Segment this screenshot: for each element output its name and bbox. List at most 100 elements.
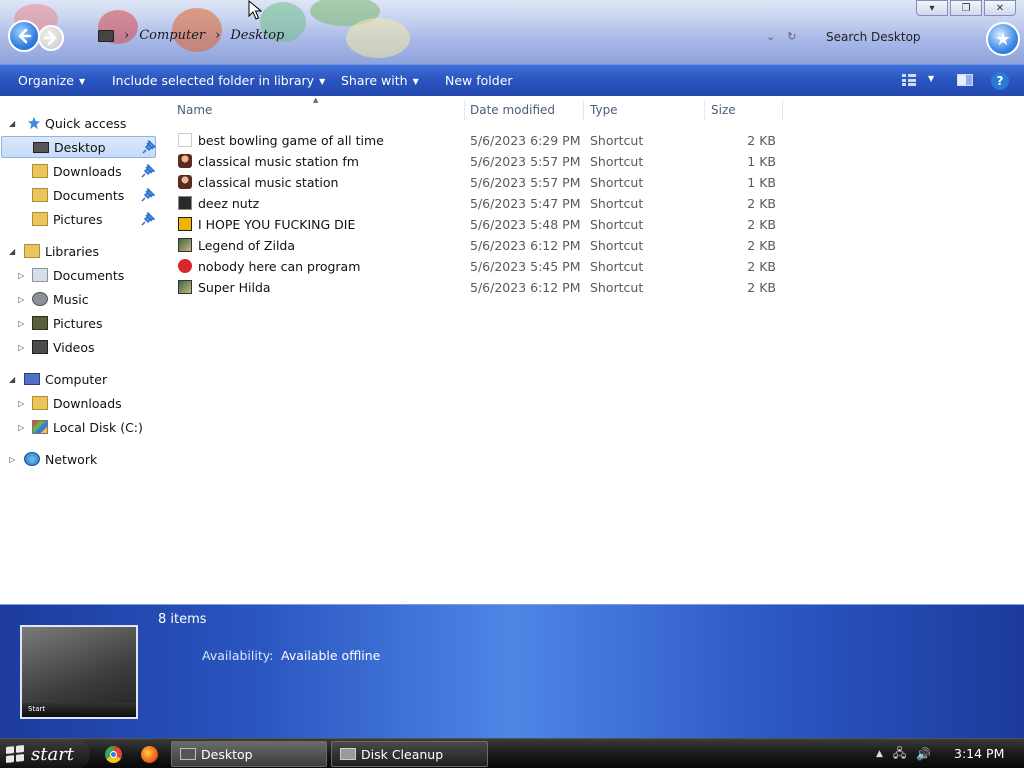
column-divider[interactable] [704,100,705,120]
file-row[interactable]: best bowling game of all time 5/6/2023 6:… [176,130,796,151]
sidebar-item-music[interactable]: ▷ Music [0,288,158,310]
sidebar-item-library-documents[interactable]: ▷ Documents [0,264,158,286]
file-type: Shortcut [590,217,644,232]
taskbar-item-disk-cleanup[interactable]: Disk Cleanup [331,741,488,767]
taskbar-item-desktop[interactable]: Desktop [171,741,327,767]
game-icon [178,280,192,294]
file-row[interactable]: Legend of Zilda 5/6/2023 6:12 PM Shortcut 2… [176,235,796,256]
column-header-type[interactable]: Type [590,103,618,117]
include-in-library-button[interactable]: Include selected folder in library ▼ [112,73,325,88]
column-divider[interactable] [464,100,465,120]
folder-thumbnail: Start [20,625,138,719]
start-button[interactable]: start [0,739,90,768]
network-icon [24,452,40,466]
breadcrumb-item-desktop[interactable]: Desktop [230,28,284,43]
sidebar-item-computer-downloads[interactable]: ▷ Downloads [0,392,158,414]
chevron-right-icon[interactable]: › [215,28,220,43]
forward-button[interactable] [38,25,64,51]
help-icon: ? [996,74,1004,88]
favorites-button[interactable]: ★ [986,22,1020,56]
file-row[interactable]: Super Hilda 5/6/2023 6:12 PM Shortcut 2 KB [176,277,796,298]
preview-pane-icon[interactable] [957,74,973,86]
chevron-expanded-icon: ◢ [9,118,16,128]
minimize-button[interactable]: ▾ [916,0,948,16]
pin-icon[interactable] [141,164,155,178]
file-type: Shortcut [590,175,644,190]
sidebar-item-libraries[interactable]: ◢ Libraries [0,240,158,262]
sidebar-item-pictures[interactable]: Pictures [0,208,158,230]
chrome-icon[interactable] [105,746,122,763]
chevron-expanded-icon: ◢ [9,374,16,384]
file-row[interactable]: classical music station fm 5/6/2023 5:57 … [176,151,796,172]
file-size: 2 KB [747,217,776,232]
taskbar-item-label: Disk Cleanup [361,746,444,762]
pin-icon[interactable] [142,140,156,154]
column-divider[interactable] [782,100,783,120]
file-row[interactable]: deez nutz 5/6/2023 5:47 PM Shortcut 2 KB [176,193,796,214]
sidebar-item-desktop[interactable]: Desktop [1,136,156,158]
sidebar-item-computer[interactable]: ◢ Computer [0,368,158,390]
pin-icon[interactable] [141,188,155,202]
file-name: Legend of Zilda [198,238,296,253]
title-bar: › Computer › Desktop ⌄ ↻ Search Desktop … [0,0,1024,64]
caret-down-icon[interactable]: ▼ [928,74,934,83]
network-status-icon[interactable]: 🖧 [893,744,906,765]
sidebar-item-quick-access[interactable]: ◢ Quick access [0,112,158,134]
view-options-icon[interactable] [902,74,916,86]
sidebar-item-library-pictures[interactable]: ▷ Pictures [0,312,158,334]
column-header-size[interactable]: Size [711,103,736,117]
firefox-icon[interactable] [141,746,158,763]
sidebar-item-local-disk[interactable]: ▷ Local Disk (C:) [0,416,158,438]
column-header-name[interactable]: Name [177,103,212,117]
file-row[interactable]: nobody here can program 5/6/2023 5:45 PM S… [176,256,796,277]
share-with-button[interactable]: Share with ▼ [341,73,419,88]
drive-icon [32,420,48,434]
new-folder-button[interactable]: New folder [445,73,513,88]
organize-button[interactable]: Organize ▼ [18,73,85,88]
file-row[interactable]: I HOPE YOU FUCKING DIE 5/6/2023 5:48 PM Sh… [176,214,796,235]
column-divider[interactable] [583,100,584,120]
details-pane: Start 8 items Availability: Available of… [0,604,1024,738]
file-size: 2 KB [747,280,776,295]
pin-icon[interactable] [141,212,155,226]
refresh-icon[interactable]: ↻ [787,30,796,43]
chevron-right-icon: ▷ [18,398,25,408]
file-row[interactable]: classical music station 5/6/2023 5:57 PM S… [176,172,796,193]
help-button[interactable]: ? [991,72,1009,90]
clock[interactable]: 3:14 PM [954,746,1004,761]
sort-ascending-icon: ▲ [313,96,319,104]
show-hidden-icons-icon[interactable]: ▲ [876,749,883,759]
folder-icon [32,396,48,410]
sidebar-item-documents[interactable]: Documents [0,184,158,206]
file-name: classical music station [198,175,339,190]
file-date-modified: 5/6/2023 6:12 PM [470,280,581,295]
breadcrumb-item-computer[interactable]: Computer [139,28,205,43]
file-size: 1 KB [747,154,776,169]
back-button[interactable] [8,20,40,52]
file-name: best bowling game of all time [198,133,384,148]
sidebar-item-network[interactable]: ▷ Network [0,448,158,470]
taskbar-item-label: Desktop [201,746,253,762]
chevron-right-icon[interactable]: › [124,28,129,43]
folder-icon [32,212,48,226]
documents-icon [32,268,48,282]
navigation-pane: ◢ Quick access Desktop Downloads Documen… [0,96,158,604]
breadcrumb[interactable]: › Computer › Desktop [98,28,284,43]
arrow-right-icon [43,30,57,46]
file-date-modified: 5/6/2023 5:47 PM [470,196,581,211]
taskbar: start Desktop Disk Cleanup ▲ 🖧 🔊 3:14 PM [0,738,1024,768]
shortcut-icon [178,196,192,210]
column-header-date[interactable]: Date modified [470,103,555,117]
disk-cleanup-icon [340,748,356,760]
volume-icon[interactable]: 🔊 [916,747,931,761]
maximize-button[interactable]: ❐ [950,0,982,16]
file-name: deez nutz [198,196,260,211]
sidebar-item-downloads[interactable]: Downloads [0,160,158,182]
folder-icon [32,188,48,202]
search-input[interactable]: Search Desktop [826,30,921,44]
sidebar-item-videos[interactable]: ▷ Videos [0,336,158,358]
close-button[interactable]: ✕ [984,0,1016,16]
caret-down-icon: ▼ [412,77,419,86]
chevron-down-icon[interactable]: ⌄ [766,30,775,43]
mouse-cursor-icon [248,0,262,20]
